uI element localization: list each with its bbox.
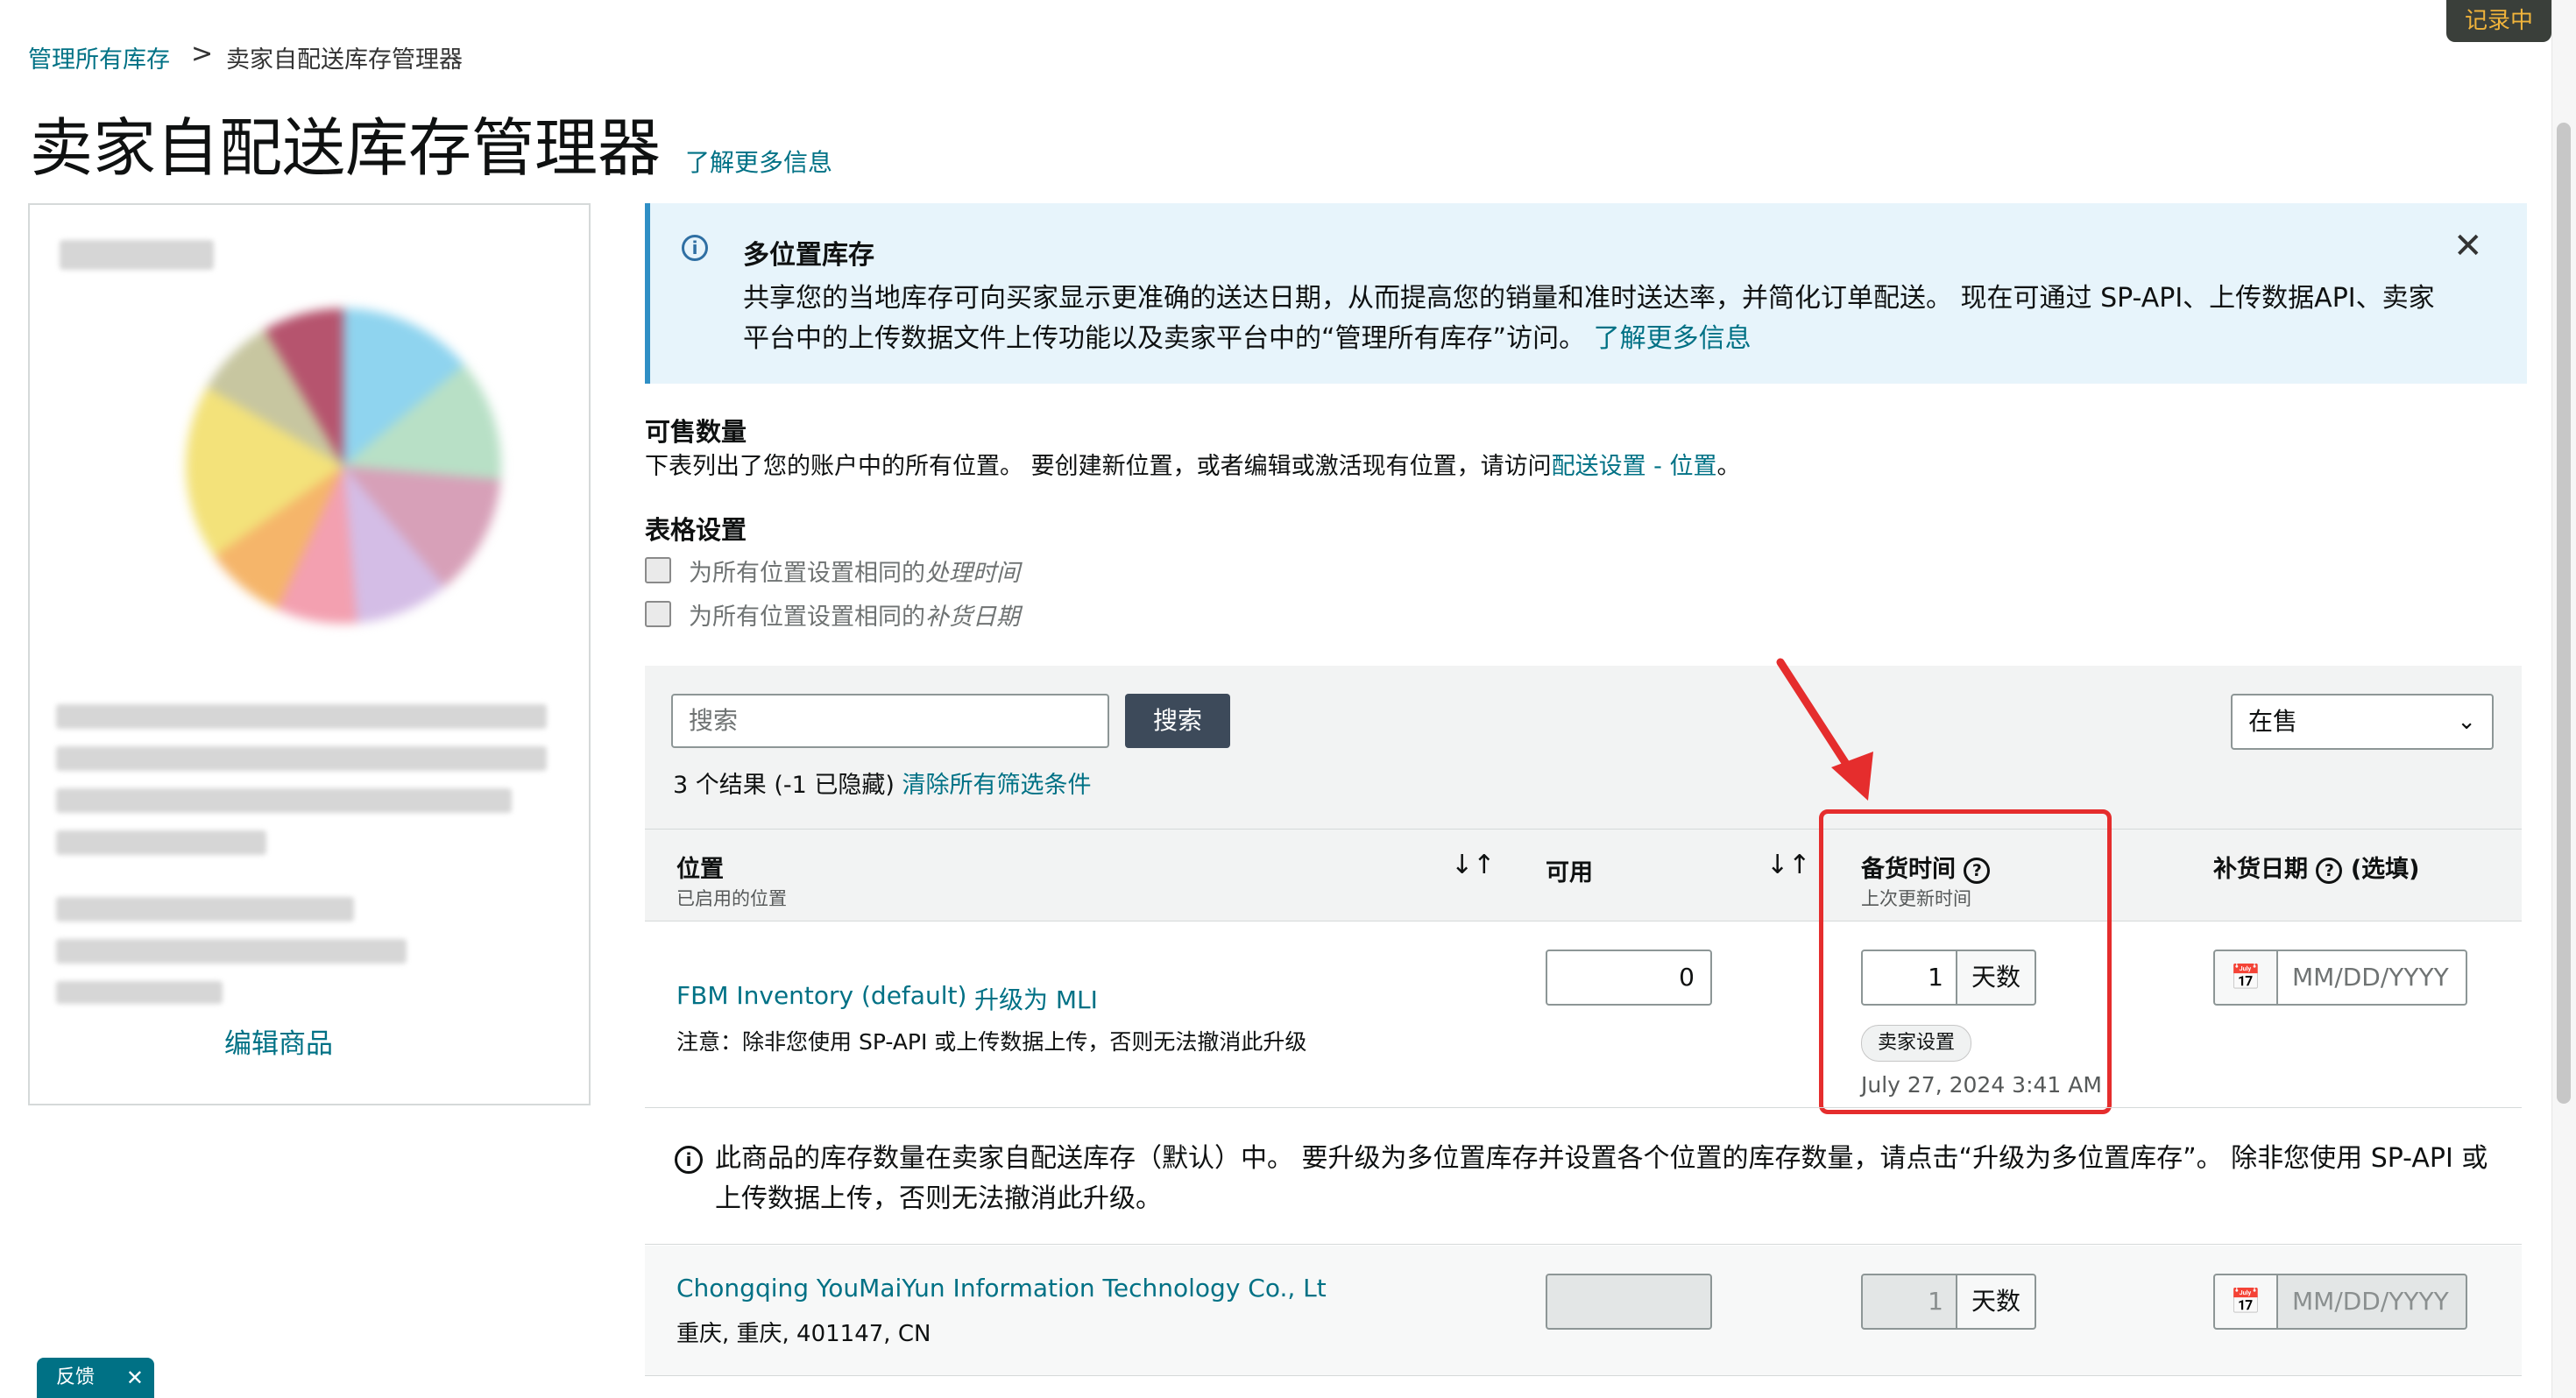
header-location-sub: 已启用的位置 bbox=[676, 888, 787, 909]
recording-indicator: 记录中 bbox=[2446, 0, 2551, 42]
scrollbar-thumb[interactable] bbox=[2557, 123, 2571, 1104]
location-address: 重庆, 重庆, 401147, CN bbox=[676, 1321, 931, 1347]
sellable-desc-suffix: 。 bbox=[1716, 453, 1741, 480]
checkbox-label-text: 为所有位置设置相同的 bbox=[689, 560, 925, 587]
blurred-text-line bbox=[56, 788, 512, 813]
sort-icon[interactable]: ↓↑ bbox=[1766, 850, 1810, 880]
same-restock-date-label: 为所有位置设置相同的补货日期 bbox=[689, 597, 1020, 632]
blurred-text-line bbox=[56, 704, 547, 729]
available-quantity-input[interactable]: 0 bbox=[1546, 950, 1712, 1006]
blurred-text-line bbox=[56, 939, 407, 964]
sort-icon[interactable]: ↓↑ bbox=[1451, 850, 1495, 880]
header-location: 位置 bbox=[676, 856, 724, 883]
upgrade-mli-link[interactable]: 升级为 MLI bbox=[974, 981, 1098, 1016]
calendar-icon[interactable]: 📅 bbox=[2213, 950, 2278, 1006]
row-divider bbox=[645, 1107, 2522, 1108]
blurred-text-line bbox=[56, 981, 223, 1004]
status-select[interactable]: 在售 ⌄ bbox=[2231, 694, 2494, 750]
header-restock-date: 补货日期 ? (选填) bbox=[2213, 850, 2420, 884]
sellable-desc-text: 下表列出了您的账户中的所有位置。 要创建新位置，或者编辑或激活现有位置，请访问 bbox=[645, 453, 1552, 480]
results-summary: 3 个结果 (-1 已隐藏) 清除所有筛选条件 bbox=[673, 766, 1092, 800]
help-icon[interactable]: ? bbox=[2316, 857, 2343, 884]
days-unit-label: 天数 bbox=[1956, 1274, 2036, 1330]
product-image bbox=[186, 308, 501, 624]
search-button[interactable]: 搜索 bbox=[1125, 694, 1230, 748]
annotation-arrow-icon bbox=[1776, 658, 1873, 801]
header-available: 可用 bbox=[1546, 859, 1593, 886]
blurred-brand bbox=[60, 240, 214, 270]
feedback-label: 反馈 bbox=[56, 1366, 96, 1388]
checkbox-label-emphasis: 处理时间 bbox=[925, 560, 1020, 587]
checkbox-label-text: 为所有位置设置相同的 bbox=[689, 604, 925, 631]
upgrade-note: 注意：除非您使用 SP-API 或上传数据上传，否则无法撤消此升级 bbox=[676, 1029, 1307, 1055]
banner-text: 共享您的当地库存可向买家显示更准确的送达日期，从而提高您的销量和准时送达率，并简… bbox=[743, 279, 2443, 359]
location-link-chongqing[interactable]: Chongqing YouMaiYun Information Technolo… bbox=[676, 1274, 1327, 1303]
row-divider bbox=[645, 1244, 2522, 1245]
search-input[interactable]: 搜索 bbox=[671, 694, 1109, 748]
breadcrumb-manage-inventory[interactable]: 管理所有库存 bbox=[28, 40, 170, 74]
blurred-text-line bbox=[56, 830, 266, 855]
same-handling-time-checkbox[interactable] bbox=[645, 557, 671, 583]
sellable-description: 下表列出了您的账户中的所有位置。 要创建新位置，或者编辑或激活现有位置，请访问配… bbox=[645, 447, 1741, 481]
calendar-icon: 📅 bbox=[2213, 1274, 2278, 1330]
banner-body: 共享您的当地库存可向买家显示更准确的送达日期，从而提高您的销量和准时送达率，并简… bbox=[743, 283, 2435, 354]
same-restock-date-checkbox[interactable] bbox=[645, 601, 671, 627]
annotation-highlight-box bbox=[1819, 809, 2112, 1114]
shipping-settings-link[interactable]: 配送设置 - 位置 bbox=[1552, 453, 1717, 480]
breadcrumb-current: 卖家自配送库存管理器 bbox=[226, 46, 463, 74]
sellable-title: 可售数量 bbox=[645, 417, 747, 447]
learn-more-link[interactable]: 了解更多信息 bbox=[685, 144, 832, 179]
edit-product-link[interactable]: 编辑商品 bbox=[224, 1021, 333, 1061]
row-divider bbox=[645, 1375, 2522, 1376]
handling-days-input-disabled: 1 bbox=[1861, 1274, 1957, 1330]
page-title: 卖家自配送库存管理器 bbox=[30, 111, 662, 185]
chevron-right-icon: > bbox=[191, 39, 214, 69]
results-count: 3 个结果 (-1 已隐藏) bbox=[673, 772, 895, 799]
info-icon: i bbox=[675, 1146, 703, 1174]
restock-date-input-disabled: MM/DD/YYYY bbox=[2276, 1274, 2467, 1330]
blurred-text-line bbox=[56, 746, 547, 771]
header-restock-label: 补货日期 bbox=[2213, 856, 2308, 883]
product-card bbox=[28, 203, 591, 1105]
table-settings-title: 表格设置 bbox=[645, 515, 747, 545]
info-icon: i bbox=[682, 235, 708, 261]
header-restock-optional: (选填) bbox=[2350, 856, 2420, 883]
chevron-down-icon: ⌄ bbox=[2457, 709, 2476, 735]
checkbox-label-emphasis: 补货日期 bbox=[925, 604, 1020, 631]
blurred-text-line bbox=[56, 897, 354, 921]
close-icon[interactable]: ✕ bbox=[2453, 226, 2483, 266]
banner-learn-more-link[interactable]: 了解更多信息 bbox=[1594, 323, 1752, 354]
restock-date-input[interactable]: MM/DD/YYYY bbox=[2276, 950, 2467, 1006]
available-quantity-input-disabled bbox=[1546, 1274, 1712, 1330]
same-handling-time-label: 为所有位置设置相同的处理时间 bbox=[689, 554, 1020, 588]
banner-title: 多位置库存 bbox=[743, 240, 874, 271]
status-select-value: 在售 bbox=[2248, 707, 2298, 736]
feedback-button[interactable]: 反馈 ✕ bbox=[37, 1358, 154, 1398]
location-link-fbm[interactable]: FBM Inventory (default) bbox=[676, 981, 966, 1010]
close-icon[interactable]: ✕ bbox=[126, 1358, 144, 1398]
mli-notice: 此商品的库存数量在卖家自配送库存（默认）中。 要升级为多位置库存并设置各个位置的… bbox=[715, 1143, 2488, 1214]
clear-filters-link[interactable]: 清除所有筛选条件 bbox=[902, 772, 1092, 799]
